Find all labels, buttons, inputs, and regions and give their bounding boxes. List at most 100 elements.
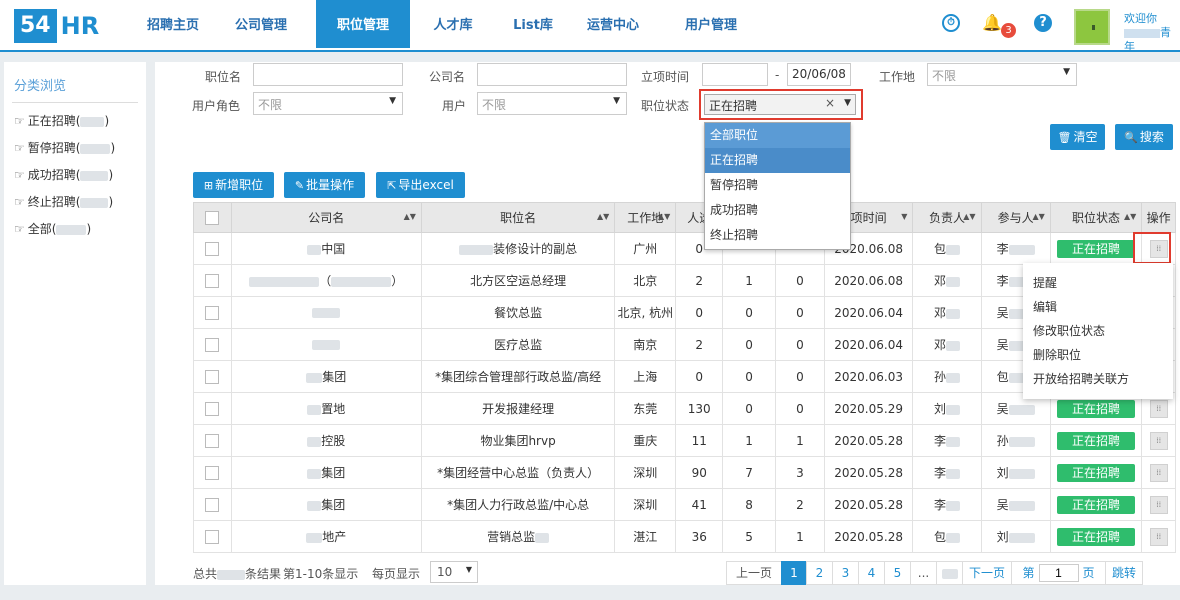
more-actions-icon[interactable]: ⁞⁞ [1149, 527, 1168, 546]
row-checkbox-cell[interactable] [193, 328, 232, 361]
menu-item-delete[interactable]: 删除职位 [1023, 343, 1173, 367]
candidates-cell[interactable]: 36 [675, 520, 724, 553]
company-cell[interactable]: 控股 [230, 424, 422, 457]
prev-page-button[interactable]: 上一页 [726, 561, 782, 585]
sidebar-item-recruiting[interactable]: ☞ 正在招聘() [14, 112, 109, 129]
status-option[interactable]: 暂停招聘 [705, 173, 850, 198]
table-row[interactable]: 地产 营销总监 湛江 36 5 1 2020.05.28 包刘正在招聘 ⁞⁞ [193, 520, 1176, 553]
row-checkbox-cell[interactable] [193, 360, 232, 393]
company-cell[interactable] [230, 328, 422, 361]
count-cell[interactable]: 1 [775, 520, 825, 553]
status-badge[interactable]: 正在招聘 [1057, 399, 1136, 418]
count-cell[interactable]: 0 [775, 360, 825, 393]
table-row[interactable]: 集团 *集团经营中心总监（负责人） 深圳 90 7 3 2020.05.28 李刘正在招聘 ⁞⁞ [193, 456, 1176, 489]
batch-operation-button[interactable]: ✎ 批量操作 [284, 172, 365, 198]
position-name-input[interactable] [253, 63, 403, 86]
col-owner[interactable]: 负责人 ▲▼ [912, 202, 982, 233]
last-page-button[interactable] [936, 561, 963, 585]
status-option[interactable]: 全部职位 [705, 123, 850, 148]
row-checkbox[interactable] [205, 465, 220, 480]
user-select[interactable]: 不限 ▼ [477, 92, 627, 115]
row-checkbox-cell[interactable] [193, 392, 232, 425]
export-excel-button[interactable]: ⇱ 导出excel [376, 172, 465, 198]
count-cell[interactable]: 1 [722, 424, 777, 457]
row-checkbox-cell[interactable] [193, 520, 232, 553]
count-cell[interactable]: 1 [722, 264, 777, 297]
sidebar-item-success[interactable]: ☞ 成功招聘() [14, 166, 113, 183]
row-checkbox[interactable] [205, 273, 220, 288]
nav-operations[interactable]: 运营中心 [570, 0, 656, 48]
company-cell[interactable] [230, 296, 422, 329]
company-cell[interactable]: 置地 [230, 392, 422, 425]
new-position-button[interactable]: ⊞ 新增职位 [193, 172, 274, 198]
sort-icon[interactable]: ▲▼ [963, 212, 975, 221]
position-cell[interactable]: *集团经营中心总监（负责人） [420, 456, 616, 489]
position-cell[interactable]: 装修设计的副总 [420, 232, 616, 265]
position-cell[interactable]: 开发报建经理 [420, 392, 616, 425]
candidates-cell[interactable]: 90 [675, 456, 724, 489]
count-cell[interactable]: 0 [775, 328, 825, 361]
company-cell[interactable]: 中国 [230, 232, 422, 265]
candidates-cell[interactable]: 41 [675, 488, 724, 521]
more-actions-icon[interactable]: ⁞⁞ [1149, 495, 1168, 514]
candidates-cell[interactable]: 11 [675, 424, 724, 457]
position-cell[interactable]: 物业集团hrvp [420, 424, 616, 457]
page-button[interactable]: 2 [806, 561, 833, 585]
nav-talent[interactable]: 人才库 [410, 0, 496, 48]
nav-company[interactable]: 公司管理 [206, 0, 316, 48]
sidebar-item-terminated[interactable]: ☞ 终止招聘() [14, 193, 113, 210]
col-location[interactable]: 工作地 ▲▼ [614, 202, 677, 233]
status-option[interactable]: 终止招聘 [705, 223, 850, 248]
sort-icon[interactable]: ▲▼ [658, 212, 670, 221]
nav-users[interactable]: 用户管理 [656, 0, 766, 48]
row-checkbox[interactable] [205, 401, 220, 416]
candidates-cell[interactable]: 130 [675, 392, 724, 425]
table-row[interactable]: 集团 *集团人力行政总监/中心总 深圳 41 8 2 2020.05.28 李吴正在招聘 ⁞⁞ [193, 488, 1176, 521]
position-cell[interactable]: 医疗总监 [420, 328, 616, 361]
count-cell[interactable]: 0 [775, 296, 825, 329]
select-all-checkbox-cell[interactable] [193, 202, 232, 233]
more-actions-icon[interactable]: ⁞⁞ [1149, 399, 1168, 418]
row-checkbox-cell[interactable] [193, 232, 232, 265]
more-actions-icon[interactable]: ⁞⁞ [1149, 431, 1168, 450]
company-name-input[interactable] [477, 63, 627, 86]
location-select[interactable]: 不限 ▼ [927, 63, 1077, 86]
per-page-select[interactable]: 10 ▼ [430, 561, 478, 583]
status-badge[interactable]: 正在招聘 [1057, 239, 1136, 258]
count-cell[interactable]: 3 [775, 456, 825, 489]
row-checkbox[interactable] [205, 305, 220, 320]
page-button[interactable]: 3 [832, 561, 859, 585]
sort-icon[interactable]: ▲▼ [1124, 212, 1136, 221]
status-badge[interactable]: 正在招聘 [1057, 463, 1136, 482]
status-select[interactable]: 正在招聘 × ▼ [699, 89, 863, 120]
status-option[interactable]: 成功招聘 [705, 198, 850, 223]
clear-selection-icon[interactable]: × [825, 96, 835, 110]
clock-icon[interactable]: ⏱ [942, 14, 960, 32]
count-cell[interactable]: 0 [722, 392, 777, 425]
next-page-button[interactable]: 下一页 [962, 561, 1012, 585]
avatar[interactable] [1074, 9, 1110, 45]
table-row[interactable]: 控股 物业集团hrvp 重庆 11 1 1 2020.05.28 李孙正在招聘 ⁞⁞ [193, 424, 1176, 457]
sidebar-item-paused[interactable]: ☞ 暂停招聘() [14, 139, 115, 156]
status-badge[interactable]: 正在招聘 [1057, 527, 1136, 546]
company-cell[interactable]: 集团 [230, 360, 422, 393]
count-cell[interactable]: 0 [722, 296, 777, 329]
nav-home[interactable]: 招聘主页 [140, 0, 206, 48]
row-checkbox[interactable] [205, 433, 220, 448]
count-cell[interactable]: 7 [722, 456, 777, 489]
row-checkbox-cell[interactable] [193, 296, 232, 329]
sidebar-item-all[interactable]: ☞ 全部() [14, 220, 91, 237]
logo[interactable]: 54 HR [14, 9, 99, 43]
sort-icon[interactable]: ▲▼ [1032, 212, 1044, 221]
count-cell[interactable]: 5 [722, 520, 777, 553]
jump-button[interactable]: 跳转 [1105, 561, 1143, 585]
position-cell[interactable]: 营销总监 [420, 520, 616, 553]
col-company[interactable]: 公司名 ▲▼ [230, 202, 422, 233]
row-checkbox[interactable] [205, 241, 220, 256]
menu-item-edit[interactable]: 编辑 [1023, 295, 1173, 319]
status-option[interactable]: 正在招聘 [705, 148, 850, 173]
search-button[interactable]: 🔍 搜索 [1115, 124, 1173, 150]
row-checkbox-cell[interactable] [193, 456, 232, 489]
position-cell[interactable]: *集团综合管理部行政总监/高经 [420, 360, 616, 393]
count-cell[interactable]: 1 [775, 424, 825, 457]
